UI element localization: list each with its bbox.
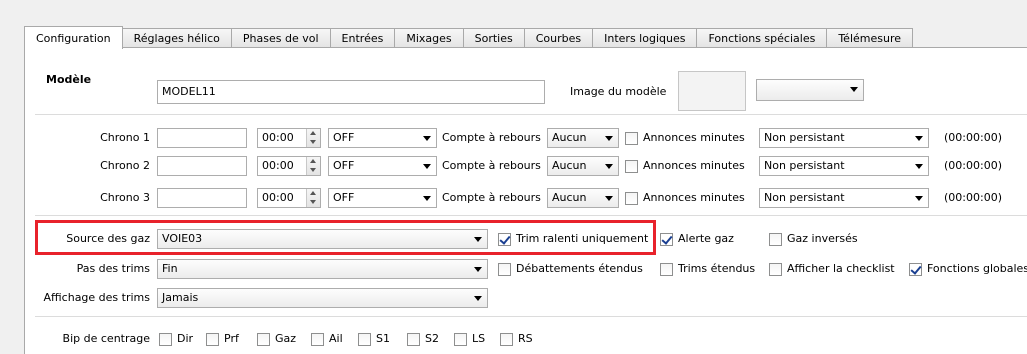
beep-checkbox-s1[interactable]: S1 (358, 331, 390, 347)
chevron-down-icon (915, 136, 923, 141)
global-functions-checkbox[interactable]: Fonctions globales (909, 261, 1027, 277)
timer-value: (00:00:00) (944, 131, 1002, 144)
separator (35, 316, 1027, 317)
timer-mode-select[interactable]: OFF (328, 128, 437, 148)
checkbox-icon[interactable] (625, 159, 638, 173)
chevron-down-icon (423, 164, 431, 169)
countdown-select[interactable]: Aucun (547, 128, 619, 148)
tab-mixages[interactable]: Mixages (395, 28, 464, 48)
chevron-down-icon (605, 136, 613, 141)
beep-checkbox-gaz[interactable]: Gaz (257, 331, 296, 347)
extended-limits-checkbox[interactable]: Débattements étendus (498, 261, 643, 277)
countdown-label: Compte à rebours (442, 191, 541, 204)
trim-display-select[interactable]: Jamais (157, 288, 488, 308)
timer-name-input[interactable] (157, 188, 247, 208)
tab-configuration[interactable]: Configuration (24, 26, 123, 49)
beep-checkbox-dir[interactable]: Dir (159, 331, 193, 347)
checkbox-icon[interactable] (769, 232, 782, 246)
chevron-down-icon (423, 196, 431, 201)
timer-time-spinbox[interactable]: 00:00 (257, 156, 321, 176)
tab-bar: Configuration Réglages hélico Phases de … (24, 26, 914, 49)
checkbox-icon[interactable] (358, 332, 371, 346)
persistent-select[interactable]: Non persistant (759, 156, 929, 176)
timer-label: Chrono 3 (100, 191, 150, 204)
chevron-down-icon (915, 164, 923, 169)
tab-sorties[interactable]: Sorties (463, 28, 525, 48)
checkbox-icon[interactable] (159, 332, 172, 346)
minute-call-checkbox[interactable]: Annonces minutes (625, 158, 745, 174)
countdown-select[interactable]: Aucun (547, 188, 619, 208)
checkbox-icon[interactable] (206, 332, 219, 346)
trim-step-select[interactable]: Fin (157, 259, 488, 279)
beep-checkbox-rs[interactable]: RS (500, 331, 533, 347)
checkbox-icon[interactable] (769, 262, 782, 276)
chevron-down-icon (915, 196, 923, 201)
extended-trims-checkbox[interactable]: Trims étendus (660, 261, 755, 277)
chevron-down-icon (850, 87, 858, 92)
countdown-label: Compte à rebours (442, 131, 541, 144)
tab-courbes[interactable]: Courbes (524, 28, 594, 48)
beep-checkbox-ail[interactable]: Ail (311, 331, 343, 347)
checkbox-checked-icon[interactable] (660, 232, 673, 246)
persistent-select[interactable]: Non persistant (759, 188, 929, 208)
trim-step-label: Pas des trims (76, 262, 150, 275)
separator (35, 114, 1027, 115)
separator (35, 215, 1027, 216)
timer-label: Chrono 1 (100, 131, 150, 144)
countdown-label: Compte à rebours (442, 159, 541, 172)
timer-name-input[interactable] (157, 156, 247, 176)
spin-arrows-icon[interactable] (306, 157, 320, 175)
chevron-down-icon (605, 164, 613, 169)
tab-inters-logiques[interactable]: Inters logiques (593, 28, 698, 48)
minute-call-checkbox[interactable]: Annonces minutes (625, 130, 745, 146)
checkbox-icon[interactable] (407, 332, 420, 346)
checkbox-icon[interactable] (625, 191, 638, 205)
highlight-box (35, 220, 656, 255)
model-image-label: Image du modèle (570, 85, 667, 98)
checkbox-checked-icon[interactable] (909, 262, 922, 276)
timer-mode-select[interactable]: OFF (328, 188, 437, 208)
timer-mode-select[interactable]: OFF (328, 156, 437, 176)
timer-label: Chrono 2 (100, 159, 150, 172)
chevron-down-icon (474, 296, 482, 301)
checkbox-icon[interactable] (311, 332, 324, 346)
tab-reglages-helico[interactable]: Réglages hélico (122, 28, 232, 48)
chevron-down-icon (605, 196, 613, 201)
spin-arrows-icon[interactable] (306, 129, 320, 147)
timer-name-input[interactable] (157, 128, 247, 148)
model-image-select[interactable] (756, 79, 864, 101)
throttle-warning-checkbox[interactable]: Alerte gaz (660, 231, 734, 247)
timer-value: (00:00:00) (944, 191, 1002, 204)
checkbox-icon[interactable] (498, 262, 511, 276)
tab-phases-de-vol[interactable]: Phases de vol (231, 28, 331, 48)
checkbox-icon[interactable] (660, 262, 673, 276)
tab-entrees[interactable]: Entrées (330, 28, 396, 48)
beep-checkbox-s2[interactable]: S2 (407, 331, 439, 347)
model-section-label: Modèle (46, 73, 92, 86)
chevron-down-icon (423, 136, 431, 141)
countdown-select[interactable]: Aucun (547, 156, 619, 176)
beep-checkbox-ls[interactable]: LS (454, 331, 485, 347)
model-image-preview[interactable] (678, 71, 746, 111)
checkbox-icon[interactable] (257, 332, 270, 346)
checkbox-icon[interactable] (500, 332, 513, 346)
spin-arrows-icon[interactable] (306, 189, 320, 207)
model-name-input[interactable]: MODEL11 (157, 80, 545, 104)
center-beep-label: Bip de centrage (62, 332, 150, 345)
persistent-select[interactable]: Non persistant (759, 128, 929, 148)
throttle-reversed-checkbox[interactable]: Gaz inversés (769, 231, 858, 247)
tab-fonctions-speciales[interactable]: Fonctions spéciales (697, 28, 828, 48)
tab-telemesure[interactable]: Télémesure (827, 28, 914, 48)
timer-time-spinbox[interactable]: 00:00 (257, 128, 321, 148)
minute-call-checkbox[interactable]: Annonces minutes (625, 190, 745, 206)
checkbox-icon[interactable] (454, 332, 467, 346)
checkbox-icon[interactable] (625, 131, 638, 145)
timer-value: (00:00:00) (944, 159, 1002, 172)
trim-display-label: Affichage des trims (43, 291, 150, 304)
beep-checkbox-prf[interactable]: Prf (206, 331, 239, 347)
chevron-down-icon (474, 267, 482, 272)
display-checklist-checkbox[interactable]: Afficher la checklist (769, 261, 895, 277)
timer-time-spinbox[interactable]: 00:00 (257, 188, 321, 208)
